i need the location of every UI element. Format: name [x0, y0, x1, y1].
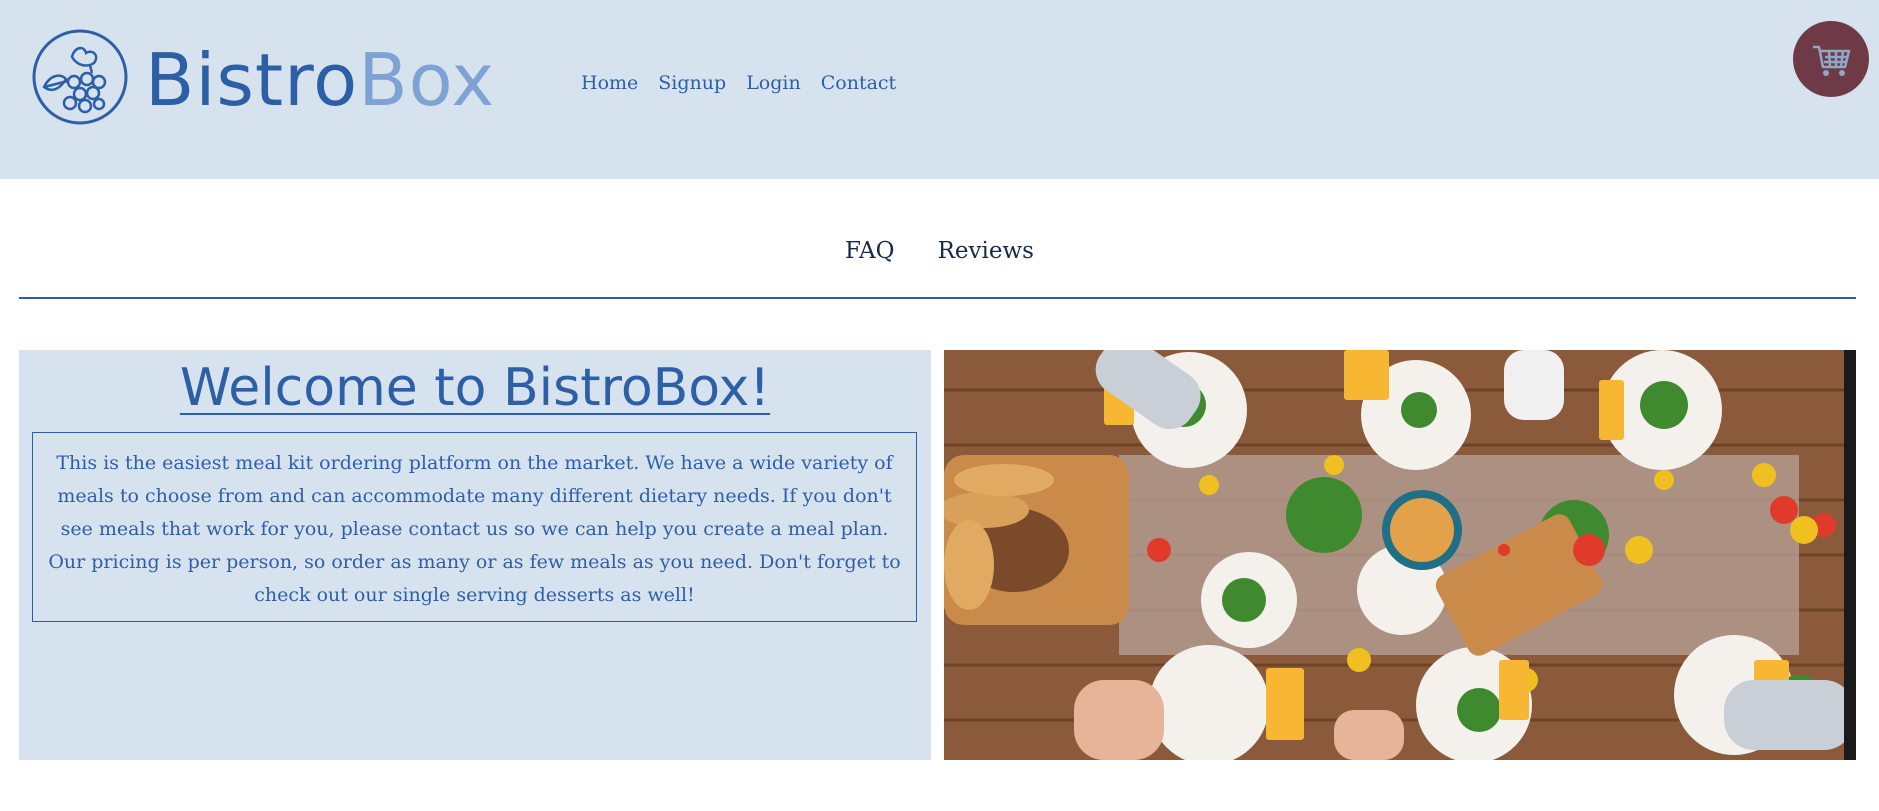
logo-text-bistro: Bistro [145, 38, 359, 122]
shopping-cart-icon [1813, 45, 1851, 76]
table-spread-image [944, 350, 1856, 760]
main-nav: Home Signup Login Contact [581, 72, 896, 94]
logo-text-box: Box [358, 38, 496, 122]
secondary-nav: FAQ Reviews [0, 238, 1879, 264]
section-divider [19, 297, 1856, 299]
welcome-panel: Welcome to BistroBox! This is the easies… [19, 350, 931, 760]
site-header: BistroBox Home Signup Login Contact [0, 0, 1879, 179]
nav-contact-link[interactable]: Contact [821, 72, 896, 94]
logo-wordmark: BistroBox [145, 35, 495, 125]
cart-button[interactable] [1793, 21, 1869, 97]
hero-food-photo [944, 350, 1856, 760]
nav-login-link[interactable]: Login [746, 72, 801, 94]
nav-signup-link[interactable]: Signup [658, 72, 726, 94]
faq-link[interactable]: FAQ [845, 238, 894, 264]
grapes-logo-icon [32, 29, 128, 125]
reviews-link[interactable]: Reviews [938, 238, 1034, 264]
nav-home-link[interactable]: Home [581, 72, 638, 94]
welcome-description: This is the easiest meal kit ordering pl… [32, 432, 917, 622]
welcome-title: Welcome to BistroBox! [179, 358, 771, 418]
logo[interactable]: BistroBox [30, 27, 494, 127]
